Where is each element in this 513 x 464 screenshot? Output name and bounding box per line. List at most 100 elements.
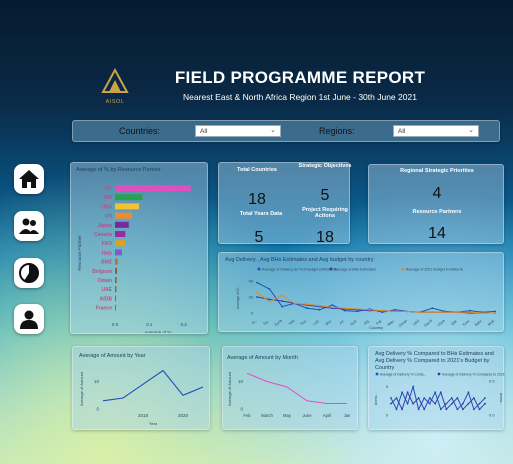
home-icon [19,170,39,188]
series-point [395,397,398,399]
series-point [439,408,442,411]
regions-select[interactable]: All ⌄ [393,125,479,137]
series-point [467,391,470,394]
x-tick-label: Leb. [312,319,320,327]
series-point [434,402,437,405]
countries-label: Countries: [119,126,161,136]
legend-marker [257,267,261,271]
y-tick-label: 20 [249,295,254,300]
x-tick-label: Feb [243,413,251,418]
series-point [473,408,475,411]
chevron-down-icon: ⌄ [468,127,474,134]
bar-belgium [115,267,118,274]
series-point [461,408,464,411]
series-point [281,294,283,297]
series-point [393,310,396,313]
bar-afdb [115,295,117,302]
y-tick-label: 0 [240,407,243,412]
bar-category-label: Belgium [92,269,112,275]
series-point [318,304,321,307]
x-tick-label: UAE [412,318,421,326]
series-point [494,312,496,314]
logo-text: AISOL [105,99,125,105]
regions-select-value: All [398,128,406,135]
amount-by-year-line-chart: 0 10 2018 2020 Average of Amount Year [79,369,204,426]
page-title: FIELD PROGRAMME REPORT [174,68,426,87]
bar-category-label: AfDB [100,296,113,302]
x-tick-label: 0.0 [112,322,119,327]
y-axis-label: Average of Amount [227,371,232,406]
y-tick-label: 10 [94,379,100,384]
x-tick-label: Saudi [423,319,433,328]
x-tick-label: June [302,413,312,418]
nav-people-button[interactable] [14,211,44,241]
series-point [428,397,431,399]
kpi-panel-main: Total Countries 18 Strategic Objectives … [218,162,351,246]
bar-category-label: Oman [98,278,112,284]
series-point [456,311,459,314]
y-tick-label: 10 [238,379,244,384]
series-point [381,309,384,312]
series-point [401,408,403,411]
x-tick-label: Jor. [338,319,345,326]
y-tick-label: 0 [96,407,99,412]
y-tick-label-right: 0.0 [489,413,495,418]
bar-category-label: UN [105,214,113,220]
x-axis-label: Year [149,421,158,426]
series-point [423,408,426,411]
x-tick-label: Mult. [487,319,496,327]
legend-marker [437,372,441,376]
series-point [450,397,453,399]
series-point [356,310,359,313]
legend-label: Average of BHs Estimates [334,268,376,272]
series-point [445,402,448,405]
logo: AISOL [97,66,133,105]
series-point [478,402,481,405]
bar-category-label: Italy [102,250,112,256]
nav-home-button[interactable] [14,164,44,194]
bar-wb [115,194,143,201]
x-tick-label: 0.2 [181,322,188,327]
bar-fao [115,240,126,247]
series-point [390,402,392,405]
x-tick-label: Qat. [450,319,458,326]
series-point [445,408,448,411]
series-point [431,311,434,314]
user-icon [20,310,38,329]
series-point [331,304,334,306]
countries-select[interactable]: All ⌄ [195,125,281,137]
series-point [368,308,371,311]
y-axis-label-right: Avera... [499,393,503,405]
series-point [293,302,296,305]
total-years-label: Total Years Data [239,211,283,217]
nav-pie-chart-button[interactable] [14,258,44,288]
series-point [456,397,459,399]
bar-un [115,212,133,219]
regional-priorities-label: Regional Strategic Priorities [400,168,474,174]
series-point [478,408,481,411]
nav-user-button[interactable] [14,304,44,334]
bar-category-label: France [96,306,113,312]
series-point [331,306,334,309]
strategic-objectives-value: 5 [320,187,330,204]
series-line-3 [256,291,495,314]
series-point [494,310,496,313]
y-axis-label: Average of Amount [79,371,84,406]
legend-marker [329,267,333,271]
resource-partner-panel: Average of % by Resource Partner EC WB USA… [70,162,208,334]
people-icon [19,218,39,234]
bar-category-label: WB [104,195,113,201]
regional-priorities-value: 4 [432,185,442,202]
x-tick-label: Tun. [300,319,308,327]
bar-category-label: BMZ [101,260,112,266]
series-point [434,391,437,394]
bar-category-label: USA [101,204,112,210]
series-point [469,309,471,312]
series-point [393,308,396,311]
series-point [306,303,309,306]
x-tick-label: Ye.. [250,319,257,326]
bar-bmz [115,258,118,265]
x-tick-label: Syria [274,319,283,327]
total-countries-value: 18 [248,191,266,208]
project-actions-value: 18 [316,229,334,246]
